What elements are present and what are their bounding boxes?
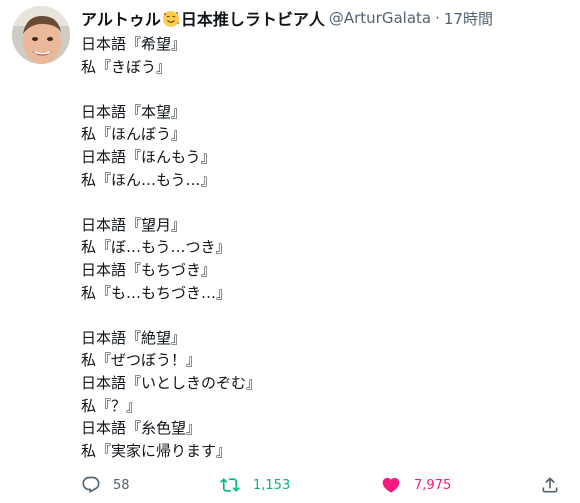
tweet-line: 日本語『糸色望』 [81, 419, 202, 438]
reply-button[interactable]: 58 [81, 470, 130, 500]
tweet-header: アルトゥル 日本推しラトビア人 @ArturGalata · 17時間 [81, 6, 493, 30]
tweet-line: 日本語『いとしきのぞむ』 [81, 373, 262, 392]
avatar-image [12, 6, 70, 64]
tweet-line: 日本語『望月』 [81, 215, 187, 234]
share-button[interactable] [540, 470, 560, 500]
tweet-line: 私『ほん…もう…』 [81, 170, 216, 189]
tweet-line: 私『ほんぼう』 [81, 125, 187, 144]
display-name-text: アルトゥル [81, 10, 161, 29]
tweet-line: 日本語『もちづき』 [81, 260, 217, 279]
reply-icon [82, 476, 100, 494]
tweet-text: 日本語『希望』 私『きぼう』 日本語『本望』 私『ほんぼう』 日本語『ほんもう』… [81, 33, 551, 462]
tweet-line: 私『？』 [81, 396, 142, 415]
tweet-line: 日本語『希望』 [81, 35, 187, 53]
tweet-line: 私『実家に帰ります』 [81, 441, 232, 460]
tweet: アルトゥル 日本推しラトビア人 @ArturGalata · 17時間 日本語『… [0, 0, 580, 503]
heart-icon [382, 477, 400, 493]
tweet-line: 私『も…もちづき…』 [81, 283, 232, 302]
avatar[interactable] [12, 6, 70, 64]
retweet-button[interactable]: 1,153 [219, 470, 290, 500]
retweet-count: 1,153 [253, 477, 291, 493]
like-button[interactable]: 7,975 [380, 470, 451, 500]
user-handle[interactable]: @ArturGalata [329, 9, 431, 27]
display-name[interactable]: アルトゥル 日本推しラトビア人 [81, 6, 325, 30]
share-icon [542, 477, 558, 493]
tweet-line: 私『ぜつぼう！』 [81, 351, 202, 370]
reply-count: 58 [113, 477, 130, 493]
tweet-actions: 58 1,153 7,975 [0, 470, 580, 500]
separator-dot: · [435, 9, 440, 27]
retweet-icon [220, 478, 240, 492]
tweet-line: 日本語『絶望』 [81, 328, 187, 347]
smiling-face-with-hearts-icon [162, 10, 180, 28]
like-count: 7,975 [414, 477, 452, 493]
tweet-line: 私『ぼ…もう…つき』 [81, 238, 231, 257]
display-name-suffix: 日本推しラトビア人 [180, 10, 325, 29]
tweet-timestamp[interactable]: 17時間 [444, 8, 493, 29]
tweet-line: 日本語『ほんもう』 [81, 147, 216, 166]
tweet-line: 私『きぼう』 [81, 57, 172, 76]
tweet-line: 日本語『本望』 [81, 102, 187, 121]
